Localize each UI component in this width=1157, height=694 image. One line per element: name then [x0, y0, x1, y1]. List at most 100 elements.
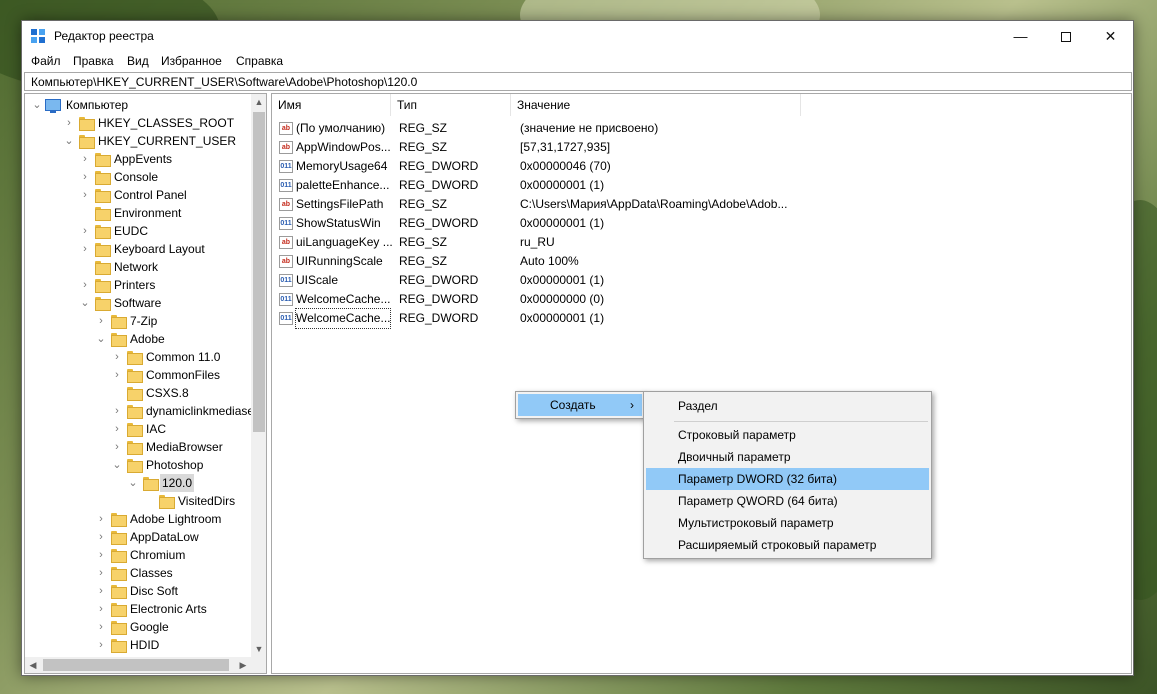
column-header-value[interactable]: Значение [511, 94, 801, 116]
expand-arrow-icon[interactable]: › [95, 510, 107, 528]
minimize-button[interactable]: — [998, 21, 1043, 51]
value-row[interactable]: 011 ShowStatusWin REG_DWORD 0x00000001 (1) [272, 214, 812, 233]
window-title: Редактор реестра [54, 29, 154, 43]
column-header-type[interactable]: Тип [391, 94, 511, 116]
tree-label: CSXS.8 [146, 386, 189, 400]
collapse-arrow-icon[interactable]: ⌄ [79, 294, 91, 312]
menu-favorites[interactable]: Избранное [161, 54, 222, 68]
submenu-item-key[interactable]: Раздел [646, 395, 929, 417]
menu-help[interactable]: Справка [236, 54, 283, 68]
value-name: paletteEnhance... [296, 178, 390, 192]
menu-view[interactable]: Вид [127, 54, 149, 68]
column-header-name[interactable]: Имя [272, 94, 391, 116]
value-row[interactable]: 011 WelcomeCache... REG_DWORD 0x00000001 (1… [272, 308, 812, 329]
title-bar: Редактор реестра — ✕ [22, 21, 1133, 51]
expand-arrow-icon [111, 384, 123, 402]
tree-horizontal-scrollbar[interactable]: ◀ ▶ [25, 657, 251, 673]
value-row[interactable]: 011 MemoryUsage64 REG_DWORD 0x00000046 (70) [272, 157, 812, 176]
expand-arrow-icon[interactable]: › [111, 402, 123, 420]
close-button[interactable]: ✕ [1088, 21, 1133, 51]
expand-arrow-icon[interactable]: ⌄ [31, 96, 43, 114]
maximize-button[interactable] [1043, 21, 1088, 51]
value-row[interactable]: ab AppWindowPos... REG_SZ [57,31,1727,935] [272, 138, 812, 157]
tree-vertical-scrollbar[interactable]: ▲ ▼ [251, 94, 266, 657]
scroll-down-icon[interactable]: ▼ [251, 641, 266, 657]
value-type: REG_SZ [399, 121, 448, 135]
expand-arrow-icon[interactable]: › [111, 366, 123, 384]
menu-edit[interactable]: Правка [73, 54, 114, 68]
collapse-arrow-icon[interactable]: ⌄ [127, 474, 139, 492]
folder-icon [111, 314, 127, 329]
folder-icon [159, 494, 175, 509]
submenu-item-string-value[interactable]: Строковый параметр [646, 424, 929, 446]
expand-arrow-icon[interactable]: › [111, 420, 123, 438]
expand-arrow-icon[interactable]: › [95, 600, 107, 618]
expand-arrow-icon[interactable]: › [95, 618, 107, 636]
scroll-thumb[interactable] [253, 112, 265, 432]
menu-file[interactable]: Файл [31, 54, 61, 68]
submenu-item-dword-value[interactable]: Параметр DWORD (32 бита) [646, 468, 929, 490]
expand-arrow-icon[interactable]: › [95, 564, 107, 582]
tree-label: AppEvents [114, 152, 173, 166]
expand-arrow-icon[interactable]: › [79, 276, 91, 294]
submenu-item-multi-string-value[interactable]: Мультистроковый параметр [646, 512, 929, 534]
scroll-up-icon[interactable]: ▲ [251, 94, 266, 110]
expand-arrow-icon[interactable]: › [95, 636, 107, 654]
expand-arrow-icon[interactable]: › [111, 348, 123, 366]
value-row[interactable]: 011 UIScale REG_DWORD 0x00000001 (1) [272, 271, 812, 290]
tree-label: Common 11.0 [146, 350, 221, 364]
tree-label: Classes [130, 566, 173, 580]
tree-label: AppDataLow [130, 530, 199, 544]
collapse-arrow-icon[interactable]: ⌄ [95, 330, 107, 348]
value-row[interactable]: ab (По умолчанию) REG_SZ (значение не присв… [272, 119, 812, 138]
submenu-item-binary-value[interactable]: Двоичный параметр [646, 446, 929, 468]
tree-label: HKEY_CLASSES_ROOT [98, 116, 235, 130]
collapse-arrow-icon[interactable]: ⌄ [63, 132, 75, 150]
value-name: ShowStatusWin [296, 216, 381, 230]
folder-icon [95, 224, 111, 239]
registry-editor-icon [31, 29, 46, 44]
folder-icon [127, 350, 143, 365]
values-pane[interactable]: Имя Тип Значение ab (По умолчанию) REG_SZ(… [271, 93, 1132, 674]
binary-value-icon: 011 [279, 274, 293, 287]
value-row[interactable]: 011 paletteEnhance... REG_DWORD 0x00000001 … [272, 176, 812, 195]
folder-icon [79, 116, 95, 131]
expand-arrow-icon [79, 258, 91, 276]
value-row[interactable]: ab SettingsFilePath REG_SZ C:\Users\Мария\A… [272, 195, 812, 214]
registry-editor-window: Редактор реестра — ✕ Файл Правка Вид Изб… [21, 20, 1134, 676]
folder-icon [111, 620, 127, 635]
address-bar[interactable]: Компьютер\HKEY_CURRENT_USER\Software\Ado… [24, 72, 1132, 91]
expand-arrow-icon[interactable]: › [79, 168, 91, 186]
string-value-icon: ab [279, 122, 293, 135]
submenu-item-expandable-string-value[interactable]: Расширяемый строковый параметр [646, 534, 929, 556]
value-row[interactable]: 011 WelcomeCache... REG_DWORD 0x00000000 (0… [272, 290, 812, 309]
scroll-right-icon[interactable]: ▶ [235, 657, 251, 673]
folder-icon [95, 188, 111, 203]
create-menu-item[interactable]: Создать › [518, 394, 642, 416]
expand-arrow-icon[interactable]: › [95, 312, 107, 330]
scroll-thumb[interactable] [43, 659, 229, 671]
tree-label: Environment [114, 206, 182, 220]
value-row[interactable]: ab uiLanguageKey ... REG_SZ ru_RU [272, 233, 812, 252]
expand-arrow-icon[interactable]: › [95, 546, 107, 564]
expand-arrow-icon[interactable]: › [79, 150, 91, 168]
tree-pane[interactable]: ⌄ Компьютер › HKEY_CLASSES_ROOT ⌄ HKEY_CURREN… [24, 93, 267, 674]
submenu-item-qword-value[interactable]: Параметр QWORD (64 бита) [646, 490, 929, 512]
tree-label: Adobe Lightroom [130, 512, 222, 526]
expand-arrow-icon[interactable]: › [79, 222, 91, 240]
scroll-left-icon[interactable]: ◀ [25, 657, 41, 673]
expand-arrow-icon[interactable]: › [95, 528, 107, 546]
expand-arrow-icon[interactable]: › [63, 114, 75, 132]
value-data: Auto 100% [520, 254, 579, 268]
expand-arrow-icon[interactable]: › [111, 438, 123, 456]
folder-icon [111, 566, 127, 581]
value-row[interactable]: ab UIRunningScale REG_SZ Auto 100% [272, 252, 812, 271]
expand-arrow-icon[interactable]: › [95, 582, 107, 600]
collapse-arrow-icon[interactable]: ⌄ [111, 456, 123, 474]
submenu-arrow-icon: › [630, 398, 634, 412]
folder-icon [111, 512, 127, 527]
expand-arrow-icon[interactable]: › [79, 186, 91, 204]
folder-icon [95, 278, 111, 293]
expand-arrow-icon[interactable]: › [79, 240, 91, 258]
menu-bar: Файл Правка Вид Избранное Справка [22, 51, 1133, 71]
